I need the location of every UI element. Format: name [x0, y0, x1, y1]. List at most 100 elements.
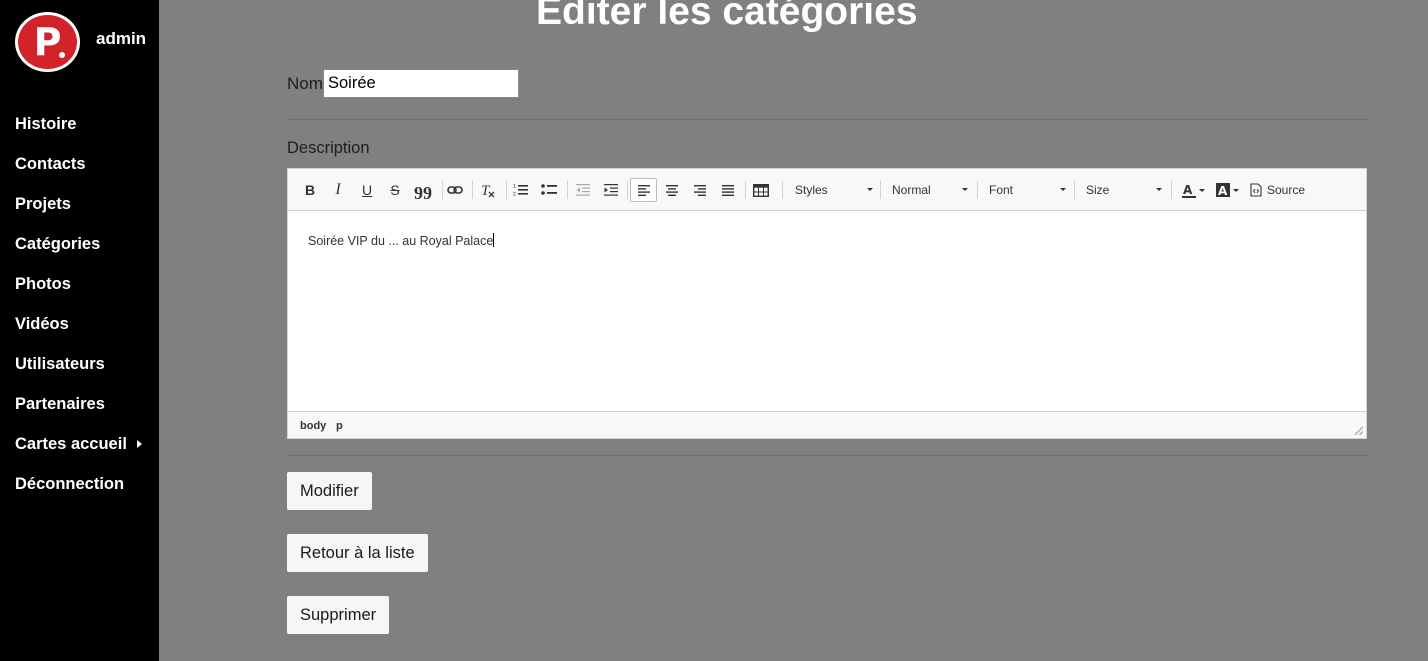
justify-button[interactable]: [717, 178, 739, 202]
divider: [287, 455, 1367, 456]
user-name: admin: [96, 29, 147, 48]
editor-text: Soirée VIP du ... au Royal Palace: [308, 234, 494, 248]
italic-button[interactable]: I: [328, 178, 348, 202]
logo[interactable]: P: [15, 12, 80, 72]
indent-icon: [604, 184, 618, 196]
table-icon: [753, 183, 769, 197]
sidebar-item-label: Utilisateurs: [15, 355, 105, 373]
format-label: Normal: [892, 183, 931, 197]
source-button[interactable]: Source: [1250, 178, 1310, 202]
description-label: Description: [287, 139, 370, 157]
table-button[interactable]: [750, 178, 772, 202]
chevron-down-icon: [867, 188, 873, 191]
underline-icon: U: [361, 182, 373, 198]
toolbar-separator: [1074, 181, 1075, 199]
text-color-button[interactable]: A: [1181, 178, 1205, 202]
blockquote-icon: 99: [414, 182, 432, 203]
underline-button[interactable]: U: [357, 178, 377, 202]
chevron-down-icon: [1060, 188, 1066, 191]
delete-button[interactable]: Supprimer: [287, 596, 390, 634]
remove-format-icon: T: [481, 183, 495, 198]
sidebar-item-partenaires[interactable]: Partenaires: [15, 394, 142, 434]
sidebar-item-label: Photos: [15, 275, 71, 293]
size-dropdown[interactable]: Size: [1086, 178, 1162, 202]
sidebar-item-label: Vidéos: [15, 315, 69, 333]
svg-text:1: 1: [513, 184, 516, 190]
sidebar-item-histoire[interactable]: Histoire: [15, 114, 142, 154]
toolbar-separator: [442, 181, 443, 199]
divider: [287, 119, 1367, 120]
sidebar-item-videos[interactable]: Vidéos: [15, 314, 142, 354]
font-label: Font: [989, 183, 1014, 197]
bold-button[interactable]: B: [300, 178, 320, 202]
numbered-list-button[interactable]: 12: [510, 178, 532, 202]
logo-letter: P: [33, 20, 62, 64]
sidebar-item-label: Partenaires: [15, 395, 105, 413]
toolbar-separator: [782, 181, 783, 199]
sidebar-item-label: Contacts: [15, 155, 86, 173]
sidebar-item-deconnection[interactable]: Déconnection: [15, 474, 142, 514]
sidebar-item-cartes-accueil[interactable]: Cartes accueil: [15, 434, 142, 474]
size-label: Size: [1086, 183, 1110, 197]
sidebar-item-label: Catégories: [15, 235, 101, 253]
bullet-list-button[interactable]: [538, 178, 560, 202]
path-body[interactable]: body: [300, 420, 326, 432]
bullet-list-icon: [541, 184, 557, 195]
styles-dropdown[interactable]: Styles: [795, 178, 873, 202]
back-to-list-button[interactable]: Retour à la liste: [287, 534, 428, 572]
toolbar-separator: [627, 181, 628, 199]
toolbar-separator: [506, 181, 507, 199]
sidebar-item-photos[interactable]: Photos: [15, 274, 142, 314]
strikethrough-button[interactable]: S: [385, 178, 405, 202]
outdent-icon: [576, 184, 590, 196]
nom-input[interactable]: [323, 69, 519, 98]
justify-icon: [722, 184, 734, 196]
sidebar-item-contacts[interactable]: Contacts: [15, 154, 142, 194]
align-center-button[interactable]: [661, 178, 683, 202]
sidebar-item-categories[interactable]: Catégories: [15, 234, 142, 274]
toolbar-separator: [745, 181, 746, 199]
toolbar-separator: [567, 181, 568, 199]
sidebar-item-label: Déconnection: [15, 475, 125, 493]
font-dropdown[interactable]: Font: [989, 178, 1066, 202]
strikethrough-icon: S: [390, 182, 400, 198]
text-color-icon: A: [1181, 183, 1196, 198]
editor-statusbar: body p: [288, 411, 1366, 438]
svg-text:2: 2: [513, 192, 516, 197]
logo-dot: [59, 52, 65, 58]
sidebar-item-label: Cartes accueil: [15, 435, 127, 453]
resize-handle[interactable]: [1354, 426, 1363, 435]
remove-format-button[interactable]: T: [478, 178, 498, 202]
svg-text:A: A: [1183, 183, 1193, 197]
italic-icon: I: [335, 181, 341, 198]
svg-text:A: A: [1218, 184, 1228, 197]
page-title: Editer les catégories: [536, 0, 918, 33]
background-color-button[interactable]: A: [1214, 178, 1240, 202]
sidebar-item-label: Projets: [15, 195, 71, 213]
align-right-button[interactable]: [689, 178, 711, 202]
toolbar-separator: [880, 181, 881, 199]
numbered-list-icon: 12: [513, 184, 528, 197]
path-p[interactable]: p: [336, 420, 343, 432]
editor-content[interactable]: Soirée VIP du ... au Royal Palace: [288, 212, 1366, 411]
align-left-button[interactable]: [630, 178, 657, 202]
sidebar-item-utilisateurs[interactable]: Utilisateurs: [15, 354, 142, 394]
modify-button[interactable]: Modifier: [287, 472, 372, 510]
blockquote-button[interactable]: 99: [412, 178, 434, 203]
chevron-down-icon: [1232, 188, 1239, 192]
source-label: Source: [1267, 183, 1306, 197]
chevron-down-icon: [1156, 188, 1162, 191]
rich-text-editor: B I U S 99 T 12 Styles Normal Font Size …: [287, 168, 1367, 439]
outdent-button[interactable]: [572, 178, 594, 202]
bold-icon: B: [304, 182, 316, 198]
align-center-icon: [666, 184, 678, 196]
styles-label: Styles: [795, 183, 828, 197]
sidebar-nav: Histoire Contacts Projets Catégories Pho…: [15, 114, 142, 514]
format-dropdown[interactable]: Normal: [892, 178, 968, 202]
text-cursor: [493, 233, 495, 247]
sidebar-item-projets[interactable]: Projets: [15, 194, 142, 234]
align-right-icon: [694, 184, 706, 196]
link-button[interactable]: [445, 178, 465, 202]
editor-toolbar: B I U S 99 T 12 Styles Normal Font Size …: [288, 169, 1366, 211]
indent-button[interactable]: [600, 178, 622, 202]
